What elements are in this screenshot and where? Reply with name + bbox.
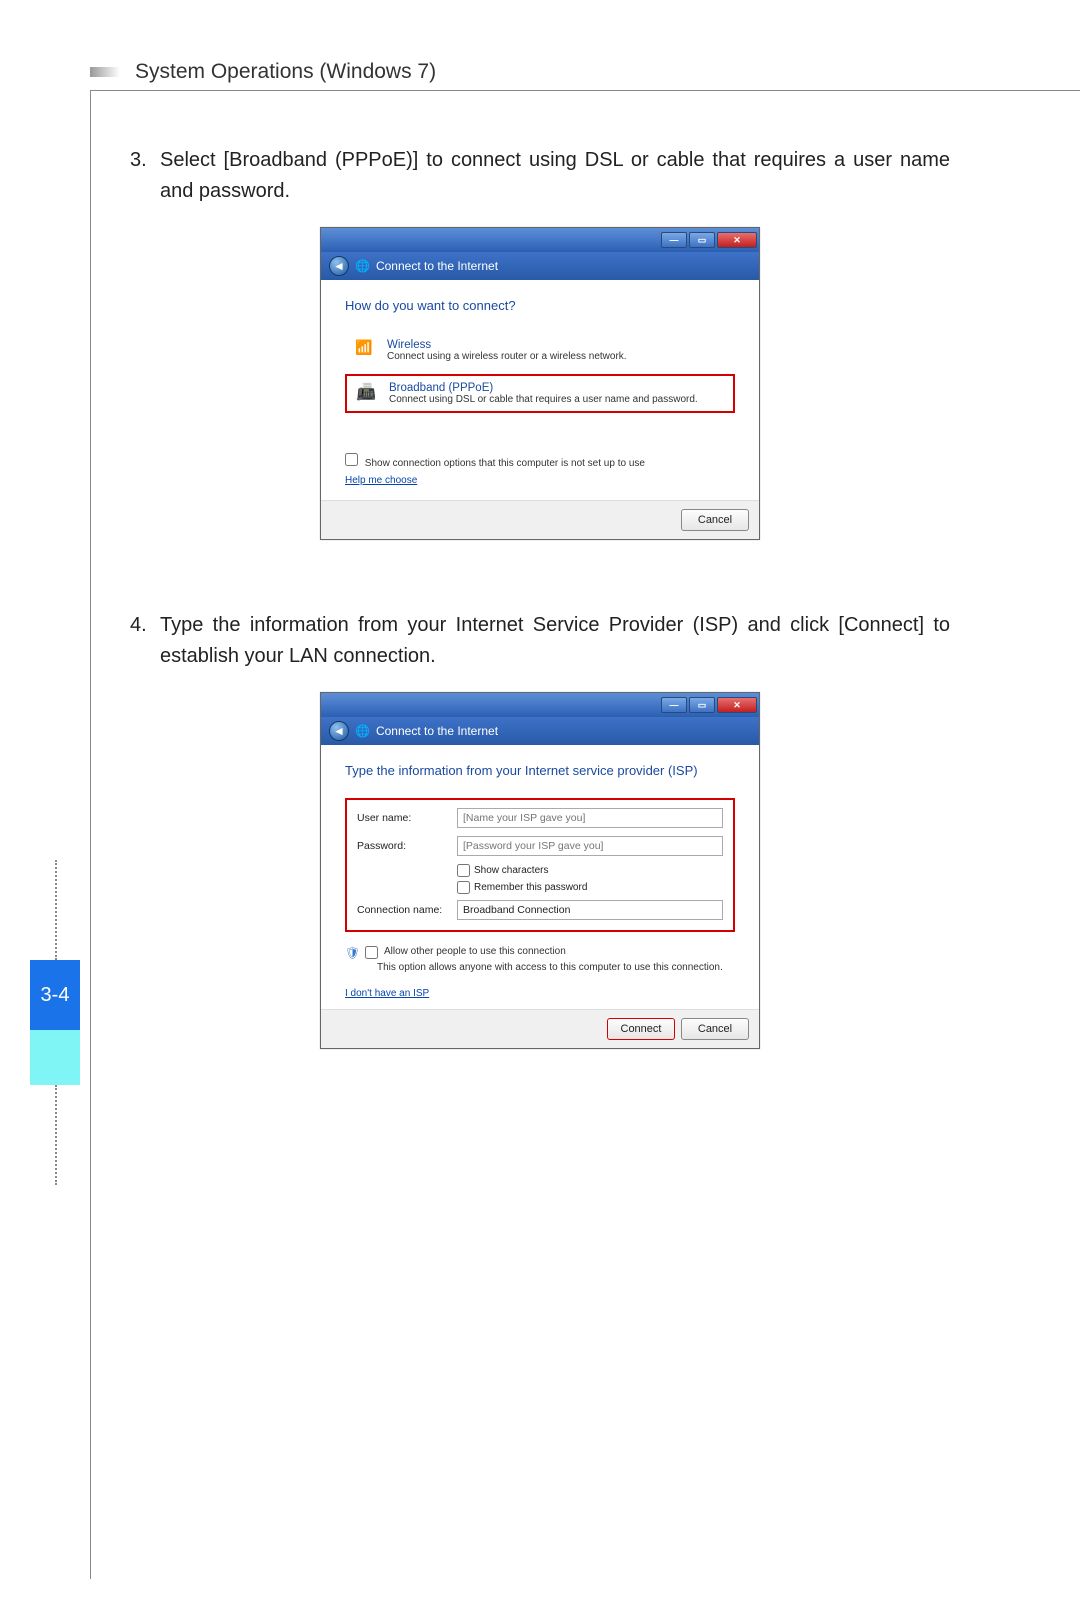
- cancel-button[interactable]: Cancel: [681, 509, 749, 531]
- show-characters-checkbox[interactable]: [457, 864, 470, 877]
- allow-others-label: Allow other people to use this connectio…: [384, 946, 566, 957]
- globe-icon: 🌐: [355, 259, 370, 273]
- show-characters-label: Show characters: [474, 865, 548, 876]
- extra-options: Show connection options that this comput…: [345, 453, 735, 486]
- modem-icon: 📠: [353, 382, 379, 402]
- connect-button[interactable]: Connect: [607, 1018, 675, 1040]
- username-field[interactable]: [457, 808, 723, 828]
- dialog-isp-info: — ▭ ✕ ◄ 🌐 Connect to the Internet Type t…: [320, 692, 760, 1049]
- connection-name-field[interactable]: [457, 900, 723, 920]
- row-connection-name: Connection name:: [357, 900, 723, 920]
- option-broadband-desc: Connect using DSL or cable that requires…: [389, 394, 698, 405]
- page-number-badge: 3-4: [30, 960, 80, 1030]
- remember-password-checkbox[interactable]: [457, 881, 470, 894]
- dialog-connect-options: — ▭ ✕ ◄ 🌐 Connect to the Internet How do…: [320, 227, 760, 540]
- maximize-button[interactable]: ▭: [689, 232, 715, 248]
- row-username: User name:: [357, 808, 723, 828]
- allow-others-description: This option allows anyone with access to…: [377, 962, 735, 973]
- dialog-body: Type the information from your Internet …: [321, 745, 759, 1009]
- allow-others-checkbox[interactable]: [365, 946, 378, 959]
- dialog-header: ◄ 🌐 Connect to the Internet: [321, 252, 759, 280]
- dialog-title: Connect to the Internet: [376, 259, 498, 273]
- page-number-accent: [30, 1030, 80, 1085]
- back-button[interactable]: ◄: [329, 721, 349, 741]
- close-button[interactable]: ✕: [717, 232, 757, 248]
- step-4-text: Type the information from your Internet …: [130, 610, 950, 672]
- label-connection-name: Connection name:: [357, 904, 457, 916]
- step-3-number: 3.: [130, 145, 158, 176]
- dialog-body: How do you want to connect? 📶 Wireless C…: [321, 280, 759, 500]
- shield-icon: 🛡: [345, 946, 359, 960]
- minimize-button[interactable]: —: [661, 697, 687, 713]
- show-options-checkbox[interactable]: [345, 453, 358, 466]
- show-options-label: Show connection options that this comput…: [365, 458, 645, 469]
- dialog-title: Connect to the Internet: [376, 724, 498, 738]
- dialog-question: How do you want to connect?: [345, 298, 735, 313]
- row-remember-password[interactable]: Remember this password: [457, 881, 723, 894]
- page-title: System Operations (Windows 7): [135, 60, 436, 84]
- back-button[interactable]: ◄: [329, 256, 349, 276]
- password-field[interactable]: [457, 836, 723, 856]
- remember-password-label: Remember this password: [474, 882, 587, 893]
- side-dots-bottom: [55, 1085, 57, 1185]
- row-password: Password:: [357, 836, 723, 856]
- option-wireless[interactable]: 📶 Wireless Connect using a wireless rout…: [345, 333, 735, 368]
- titlebar: — ▭ ✕: [321, 228, 759, 252]
- isp-form-block: User name: Password: Show characters Rem…: [345, 798, 735, 932]
- label-password: Password:: [357, 840, 457, 852]
- dialog-footer: Cancel: [321, 500, 759, 539]
- no-isp-link[interactable]: I don't have an ISP: [345, 988, 429, 999]
- close-button[interactable]: ✕: [717, 697, 757, 713]
- step-3: 3. Select [Broadband (PPPoE)] to connect…: [130, 145, 950, 207]
- row-allow-others[interactable]: 🛡 Allow other people to use this connect…: [345, 946, 735, 960]
- row-show-characters[interactable]: Show characters: [457, 864, 723, 877]
- dialog-header: ◄ 🌐 Connect to the Internet: [321, 717, 759, 745]
- page-number-tab: 3-4: [30, 860, 80, 1185]
- option-wireless-title: Wireless: [387, 339, 627, 351]
- side-dots-top: [55, 860, 57, 960]
- globe-icon: 🌐: [355, 724, 370, 738]
- dialog-footer: Connect Cancel: [321, 1009, 759, 1048]
- titlebar: — ▭ ✕: [321, 693, 759, 717]
- header-accent: [90, 67, 120, 77]
- dialog-heading: Type the information from your Internet …: [345, 763, 735, 778]
- label-username: User name:: [357, 812, 457, 824]
- wireless-signal-icon: 📶: [351, 339, 377, 356]
- help-me-choose-link[interactable]: Help me choose: [345, 475, 417, 486]
- page-header: System Operations (Windows 7): [90, 60, 436, 84]
- step-3-text: Select [Broadband (PPPoE)] to connect us…: [130, 145, 950, 207]
- cancel-button[interactable]: Cancel: [681, 1018, 749, 1040]
- minimize-button[interactable]: —: [661, 232, 687, 248]
- step-4: 4. Type the information from your Intern…: [130, 610, 950, 672]
- maximize-button[interactable]: ▭: [689, 697, 715, 713]
- option-wireless-desc: Connect using a wireless router or a wir…: [387, 351, 627, 362]
- option-broadband-title: Broadband (PPPoE): [389, 382, 698, 394]
- show-options-checkbox-row[interactable]: Show connection options that this comput…: [345, 458, 645, 469]
- page-content: 3. Select [Broadband (PPPoE)] to connect…: [130, 145, 950, 1119]
- option-broadband[interactable]: 📠 Broadband (PPPoE) Connect using DSL or…: [345, 374, 735, 413]
- step-4-number: 4.: [130, 610, 158, 641]
